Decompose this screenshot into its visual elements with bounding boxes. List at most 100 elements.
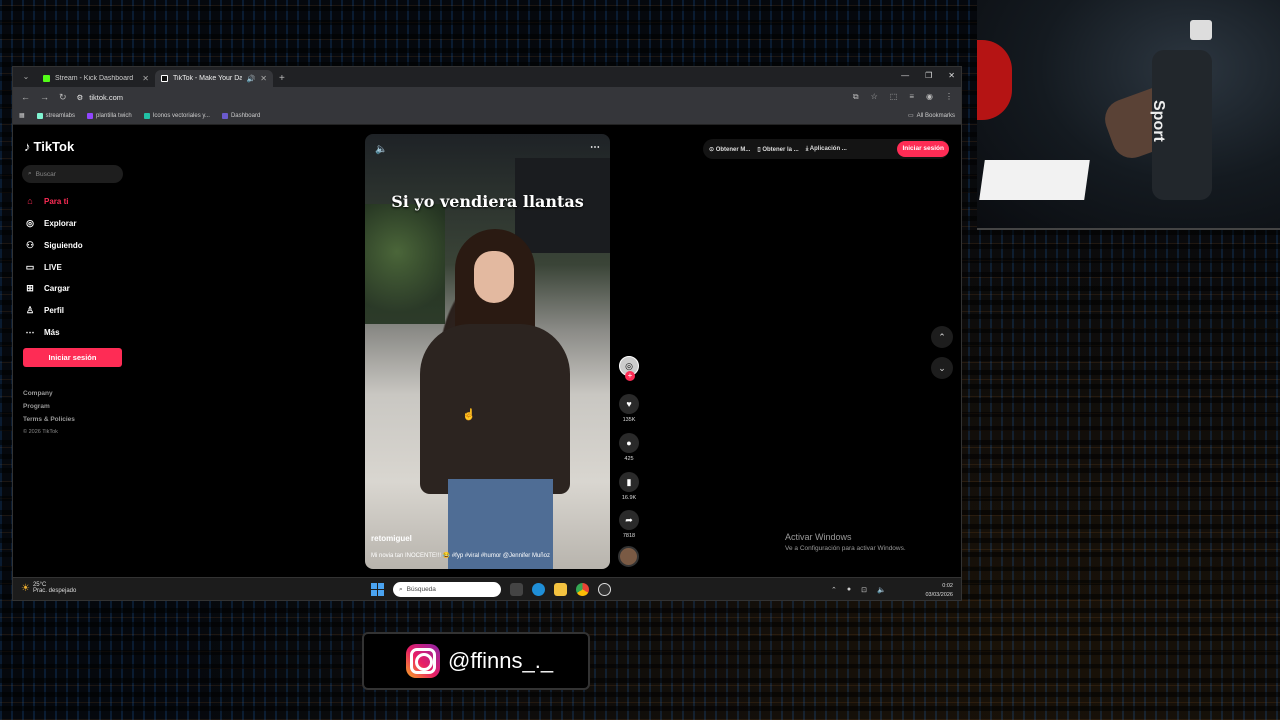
file-explorer-icon[interactable] <box>554 583 567 596</box>
windows-taskbar: ☀ 25°C Prac. despejado ⌕ Búsqueda ⌃ ● ⊡ … <box>13 577 961 600</box>
kick-favicon-icon <box>43 75 50 82</box>
comment-action[interactable]: ● 425 <box>618 433 640 462</box>
footer-terms[interactable]: Terms & Policies <box>23 416 75 423</box>
weather-widget[interactable]: ☀ 25°C Prac. despejado <box>21 582 76 594</box>
bookmark-dashboard[interactable]: Dashboard <box>221 112 261 119</box>
apps-icon[interactable]: ▦ <box>19 112 25 119</box>
video-person <box>420 229 570 569</box>
search-input[interactable]: ⌕ Buscar <box>22 165 123 183</box>
minimize-icon[interactable]: — <box>901 71 909 80</box>
more-options-icon[interactable]: ⋯ <box>590 142 600 153</box>
bookmarks-bar: ▦ streamlabs plantilla twich Iconos vect… <box>13 107 961 125</box>
menu-icon[interactable]: ⋮ <box>945 92 953 102</box>
footer-program[interactable]: Program <box>23 403 50 410</box>
bookmark-streamlabs[interactable]: streamlabs <box>36 112 75 119</box>
clock[interactable]: 0:02 03/03/2026 <box>925 582 953 600</box>
copyright: © 2026 TikTok <box>23 429 58 435</box>
obs-icon[interactable] <box>598 583 611 596</box>
extensions-icon[interactable]: ⬚ <box>890 92 898 102</box>
signin-button[interactable]: Iniciar sesión <box>897 141 949 157</box>
footer-company[interactable]: Company <box>23 390 53 397</box>
forward-icon[interactable]: → <box>40 92 49 102</box>
nav-label: Siguiendo <box>44 241 83 250</box>
previous-video-button[interactable]: ⌃ <box>931 326 953 348</box>
comment-count: 425 <box>624 456 634 462</box>
get-app-button[interactable]: ▯ Obtener la ... <box>757 146 798 153</box>
close-tab-icon[interactable]: ✕ <box>260 74 267 83</box>
heart-icon[interactable]: ♥ <box>619 394 639 414</box>
share-icon[interactable]: ➦ <box>619 510 639 530</box>
tab-tiktok[interactable]: TikTok - Make Your Day 🔊 ✕ <box>155 70 273 87</box>
mouse-cursor-icon: ☝ <box>462 409 476 421</box>
bookmark-iconos[interactable]: Iconos vectoriales y... <box>143 112 210 119</box>
tray-chevron-icon[interactable]: ⌃ <box>831 586 837 594</box>
tiktok-favicon-icon <box>161 75 168 82</box>
tab-kick[interactable]: Stream - Kick Dashboard ✕ <box>37 70 155 87</box>
nav-cargar[interactable]: ⊞ Cargar <box>24 283 70 294</box>
video-player[interactable]: Si yo vendiera llantas 🔈 ⋯ retomiguel Mi… <box>365 134 610 569</box>
video-author[interactable]: retomiguel <box>371 534 412 543</box>
volume-icon[interactable]: 🔈 <box>375 144 387 155</box>
webcam-frame <box>977 228 1280 230</box>
all-bookmarks-label: All Bookmarks <box>916 112 955 119</box>
avatar[interactable]: ◎ + <box>619 356 639 381</box>
reload-icon[interactable]: ↻ <box>59 92 67 103</box>
browser-window: ⌄ Stream - Kick Dashboard ✕ TikTok - Mak… <box>12 66 962 601</box>
edge-icon[interactable] <box>532 583 545 596</box>
task-view-icon[interactable] <box>510 583 523 596</box>
comment-icon[interactable]: ● <box>619 433 639 453</box>
follow-plus-icon[interactable]: + <box>625 371 635 381</box>
close-window-icon[interactable]: ✕ <box>948 71 955 80</box>
nav-perfil[interactable]: ♙ Perfil <box>24 305 64 316</box>
nav-para-ti[interactable]: ⌂ Para ti <box>24 196 68 206</box>
webcam-bottle-cap <box>1190 20 1212 40</box>
nav-live[interactable]: ▭ LIVE <box>24 262 62 273</box>
next-video-button[interactable]: ⌄ <box>931 357 953 379</box>
maximize-icon[interactable]: ❐ <box>925 71 932 80</box>
media-icon[interactable]: ≡ <box>909 92 914 102</box>
start-tile <box>371 590 377 596</box>
network-icon[interactable]: ⊡ <box>861 586 867 594</box>
save-count: 16.9K <box>621 495 637 501</box>
login-button[interactable]: Iniciar sesión <box>23 348 122 367</box>
volume-tray-icon[interactable]: 🔈 <box>877 586 886 594</box>
instagram-handle: @ffinns_._ <box>448 648 554 673</box>
desktop-app-button[interactable]: ⤓ Aplicación ... <box>806 146 847 153</box>
all-bookmarks[interactable]: ▭ All Bookmarks <box>908 112 955 120</box>
nav-siguiendo[interactable]: ⚇ Siguiendo <box>24 240 83 251</box>
tray-app-icon[interactable]: ● <box>847 586 851 594</box>
taskbar-search[interactable]: ⌕ Búsqueda <box>393 582 501 597</box>
like-action[interactable]: ♥ 135K <box>618 394 640 423</box>
cast-icon[interactable]: ⧉ <box>853 92 859 102</box>
back-icon[interactable]: ← <box>21 92 30 102</box>
tiktok-logo[interactable]: ♪ TikTok <box>24 139 74 154</box>
site-info-icon[interactable]: ⚙ <box>77 93 84 102</box>
get-coins-button[interactable]: ⊙ Obtener M... <box>709 146 750 153</box>
windows-start-icon[interactable] <box>371 583 384 596</box>
search-icon: ⌕ <box>399 585 403 593</box>
new-tab-icon[interactable]: + <box>279 73 285 84</box>
music-disc-icon[interactable] <box>618 546 639 567</box>
tab-search-icon[interactable]: ⌄ <box>19 70 33 84</box>
bookmark-label: Dashboard <box>230 112 261 119</box>
chrome-icon[interactable] <box>576 583 589 596</box>
weather-desc: Prac. despejado <box>32 588 77 594</box>
author-avatar[interactable]: ◎ + <box>618 356 640 381</box>
bookmark-icon[interactable]: ▮ <box>619 472 639 492</box>
share-action[interactable]: ➦ 7818 <box>618 510 640 539</box>
audio-playing-icon[interactable]: 🔊 <box>247 75 256 83</box>
nav-explorar[interactable]: ◎ Explorar <box>24 218 76 229</box>
taskbar-apps: ⌕ Búsqueda <box>371 582 611 597</box>
profile-icon[interactable]: ◉ <box>926 92 933 102</box>
bookmark-plantilla[interactable]: plantilla twich <box>87 112 132 119</box>
search-placeholder: Buscar <box>35 170 56 178</box>
save-action[interactable]: ▮ 16.9K <box>618 472 640 501</box>
start-tile <box>378 583 384 589</box>
nav-mas[interactable]: ⋯ Más <box>24 327 60 338</box>
close-tab-icon[interactable]: ✕ <box>142 74 149 83</box>
topbar-label: Obtener la ... <box>762 146 799 153</box>
like-count: 135K <box>622 417 636 423</box>
bookmark-label: Iconos vectoriales y... <box>152 112 210 119</box>
bookmark-star-icon[interactable]: ☆ <box>871 92 878 102</box>
url-field[interactable]: ⚙ tiktok.com <box>77 93 843 102</box>
